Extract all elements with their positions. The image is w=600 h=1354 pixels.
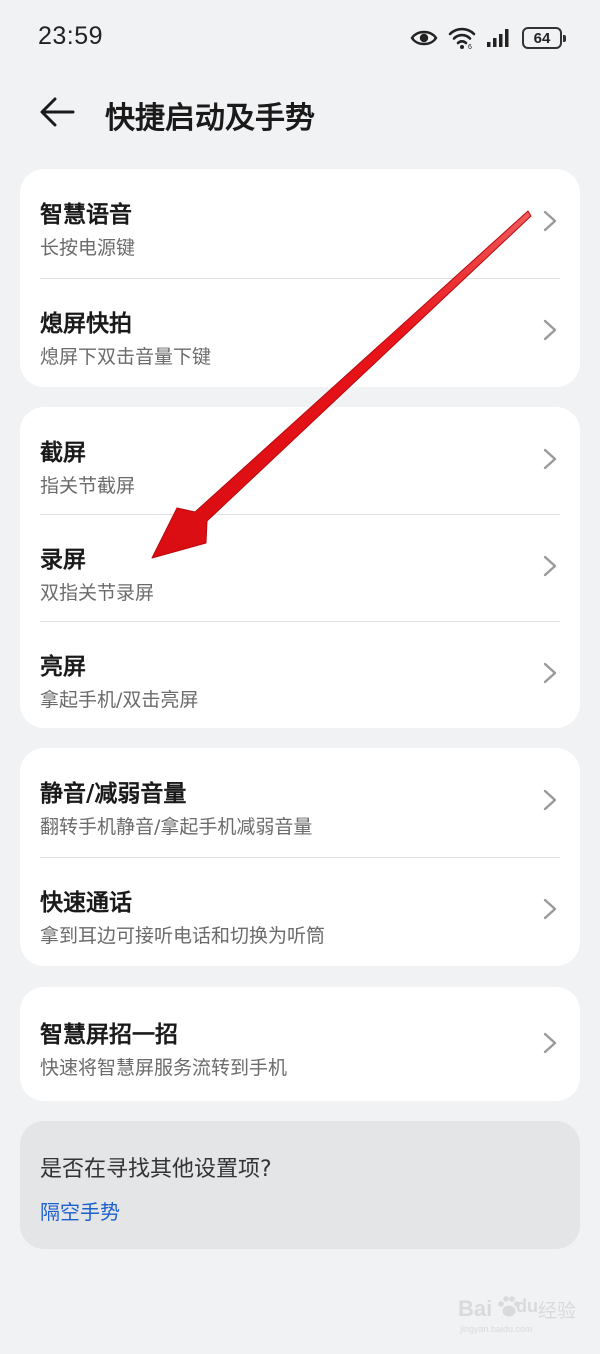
page-title: 快捷启动及手势: [105, 101, 315, 136]
settings-item-subtitle: 双指关节录屏: [40, 582, 155, 604]
settings-item-subtitle: 拿起手机/双击亮屏: [40, 689, 199, 711]
chevron-right-icon: [543, 1032, 557, 1054]
air-gesture-link[interactable]: 隔空手势: [40, 1196, 120, 1225]
svg-text:6: 6: [468, 44, 472, 50]
chevron-right-icon: [543, 789, 557, 811]
settings-item-screen-off-snapshot[interactable]: 熄屏快拍 熄屏下双击音量下键: [20, 278, 580, 387]
back-button[interactable]: [34, 92, 80, 132]
chevron-right-icon: [543, 210, 557, 232]
chevron-right-icon: [543, 555, 557, 577]
chevron-right-icon: [543, 319, 557, 341]
baidu-jingyan-watermark: Bai du 经验 jingyan.baidu.com: [458, 1292, 578, 1336]
settings-item-subtitle: 长按电源键: [40, 237, 136, 259]
settings-item-wake-screen[interactable]: 亮屏 拿起手机/双击亮屏: [20, 621, 580, 728]
settings-item-title: 智慧屏招一招: [40, 1022, 178, 1048]
settings-item-smart-voice[interactable]: 智慧语音 长按电源键: [20, 169, 580, 278]
settings-item-title: 快速通话: [40, 890, 132, 916]
settings-item-screen-record[interactable]: 录屏 双指关节录屏: [20, 514, 580, 621]
chevron-right-icon: [543, 898, 557, 920]
settings-item-mute-volume[interactable]: 静音/减弱音量 翻转手机静音/拿起手机减弱音量: [20, 748, 580, 857]
page-header: 快捷启动及手势: [0, 80, 600, 146]
settings-group-screen: 截屏 指关节截屏 录屏 双指关节录屏 亮屏 拿起手机/双击亮屏: [20, 407, 580, 728]
settings-item-subtitle: 指关节截屏: [40, 475, 136, 497]
battery-level: 64: [533, 29, 551, 47]
chevron-right-icon: [543, 662, 557, 684]
signal-icon: [487, 29, 509, 47]
settings-item-title: 静音/减弱音量: [40, 781, 187, 807]
settings-group-voice: 智慧语音 长按电源键 熄屏快拍 熄屏下双击音量下键: [20, 169, 580, 387]
settings-item-smart-screen-wave[interactable]: 智慧屏招一招 快速将智慧屏服务流转到手机: [20, 987, 580, 1101]
watermark-du: du: [516, 1296, 538, 1316]
settings-group-smart-screen: 智慧屏招一招 快速将智慧屏服务流转到手机: [20, 987, 580, 1101]
watermark-url: jingyan.baidu.com: [460, 1324, 533, 1334]
settings-item-subtitle: 熄屏下双击音量下键: [40, 346, 212, 368]
settings-group-calls: 静音/减弱音量 翻转手机静音/拿起手机减弱音量 快速通话 拿到耳边可接听电话和切…: [20, 748, 580, 966]
arrow-left-icon: [40, 97, 75, 127]
settings-item-subtitle: 翻转手机静音/拿起手机减弱音量: [40, 816, 313, 838]
settings-item-screenshot[interactable]: 截屏 指关节截屏: [20, 407, 580, 514]
wifi-icon: 6: [448, 27, 476, 50]
settings-item-title: 智慧语音: [40, 202, 132, 228]
chevron-right-icon: [543, 448, 557, 470]
status-time: 23:59: [38, 22, 104, 50]
settings-item-title: 录屏: [40, 547, 86, 573]
eye-icon: [410, 30, 438, 46]
settings-item-subtitle: 快速将智慧屏服务流转到手机: [40, 1057, 288, 1079]
watermark-brand: Bai: [458, 1296, 493, 1321]
status-bar: 23:59 6 64: [0, 0, 600, 76]
battery-icon: 64: [522, 27, 566, 49]
status-icons: 6 64: [410, 24, 566, 52]
settings-item-title: 亮屏: [40, 654, 86, 680]
watermark-sub: 经验: [538, 1301, 577, 1322]
settings-item-title: 熄屏快拍: [40, 311, 132, 337]
search-suggestion-question: 是否在寻找其他设置项?: [40, 1157, 272, 1182]
search-suggestion-card: 是否在寻找其他设置项? 隔空手势: [20, 1121, 580, 1249]
settings-item-quick-call[interactable]: 快速通话 拿到耳边可接听电话和切换为听筒: [20, 857, 580, 966]
settings-item-subtitle: 拿到耳边可接听电话和切换为听筒: [40, 925, 326, 947]
settings-item-title: 截屏: [40, 440, 86, 466]
